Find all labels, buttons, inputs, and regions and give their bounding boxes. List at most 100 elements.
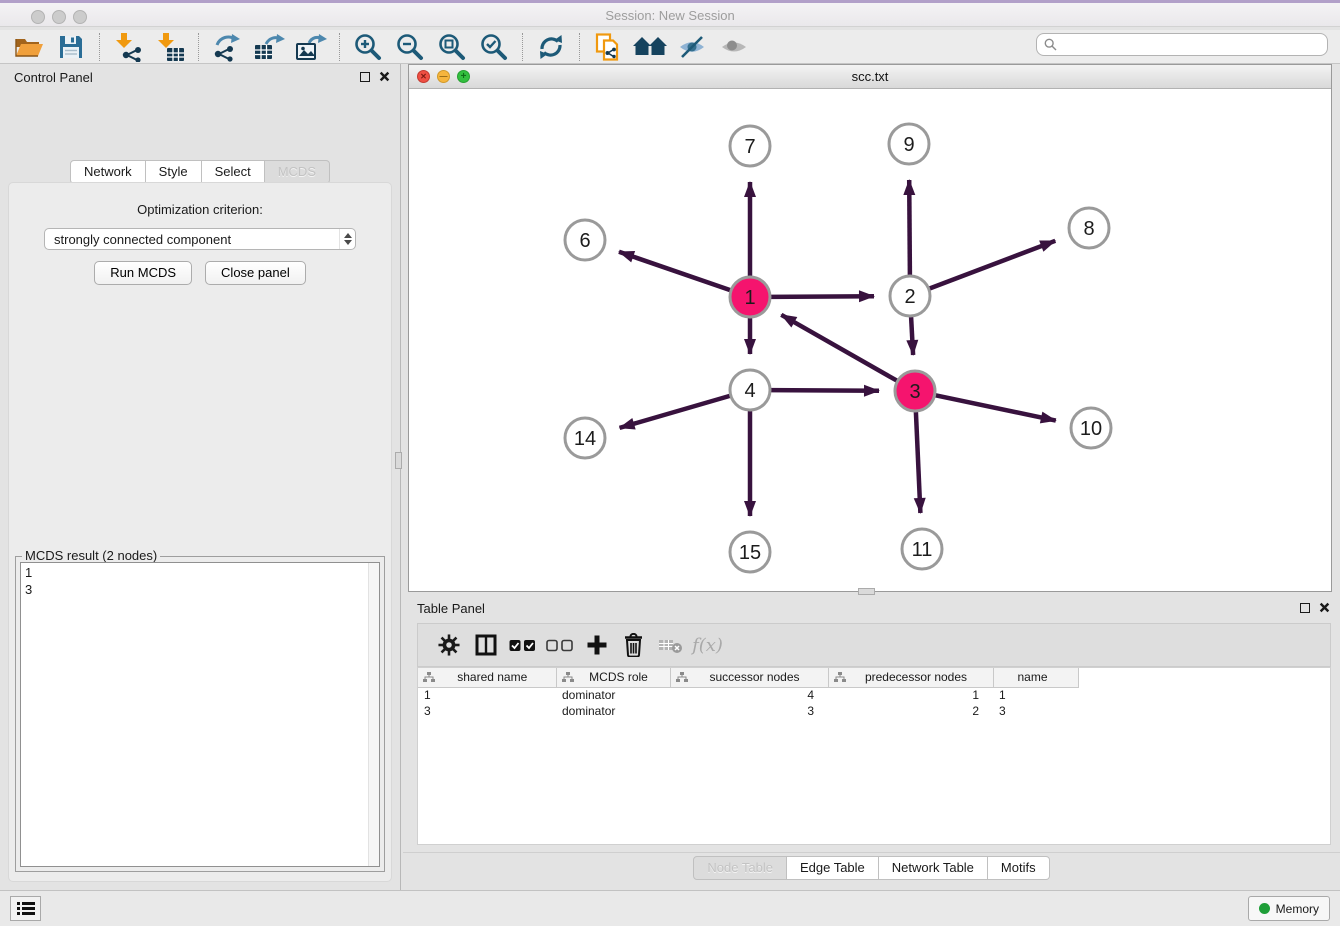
graph-edge-2-8[interactable] [930, 241, 1056, 289]
add-column-icon[interactable] [578, 627, 615, 663]
table-row: 3 dominator 3 2 3 [418, 703, 1078, 719]
show-graphics-details-icon[interactable] [716, 31, 752, 63]
mcds-result-textarea[interactable]: 1 3 [20, 562, 380, 867]
function-builder-icon: f(x) [689, 627, 726, 663]
cell-predecessor-nodes[interactable]: 2 [828, 703, 993, 719]
column-header-predecessor-nodes[interactable]: predecessor nodes [828, 668, 993, 687]
first-neighbors-icon[interactable] [632, 31, 668, 63]
network-window-titlebar[interactable]: scc.txt [409, 65, 1331, 89]
graph-node-label-11: 11 [912, 539, 933, 561]
toolbar-separator [579, 33, 580, 61]
cell-shared-name[interactable]: 1 [418, 687, 556, 703]
cell-mcds-role[interactable]: dominator [556, 703, 670, 719]
graph-edge-1-6[interactable] [619, 252, 730, 290]
cell-predecessor-nodes[interactable]: 1 [828, 687, 993, 703]
float-panel-icon[interactable] [360, 72, 370, 82]
graph-edge-4-3[interactable] [771, 390, 879, 391]
tab-network-table[interactable]: Network Table [879, 856, 988, 880]
mcds-result-group: MCDS result (2 nodes) 1 3 [15, 556, 385, 872]
task-history-button[interactable] [10, 896, 41, 921]
memory-status-icon [1259, 903, 1270, 914]
export-image-icon[interactable] [293, 31, 329, 63]
tab-edge-table[interactable]: Edge Table [787, 856, 879, 880]
tab-mcds[interactable]: MCDS [265, 160, 330, 184]
delete-table-icon [652, 627, 689, 663]
cell-mcds-role[interactable]: dominator [556, 687, 670, 703]
select-all-rows-icon[interactable] [504, 627, 541, 663]
graph-edge-4-14[interactable] [620, 396, 730, 428]
graph-node-label-7: 7 [744, 136, 755, 158]
deselect-all-rows-icon[interactable] [541, 627, 578, 663]
save-session-icon[interactable] [53, 31, 89, 63]
network-canvas[interactable]: 1 2 3 4 6 7 8 9 10 11 14 15 [409, 89, 1331, 591]
result-scrollbar[interactable] [368, 563, 379, 866]
list-icon [17, 901, 35, 916]
table-settings-icon[interactable] [430, 627, 467, 663]
float-table-panel-icon[interactable] [1300, 603, 1310, 613]
column-header-shared-name[interactable]: shared name [418, 668, 556, 687]
network-graph[interactable]: 1 2 3 4 6 7 8 9 10 11 14 15 [409, 89, 1331, 591]
delete-column-icon[interactable] [615, 627, 652, 663]
horizontal-splitter-grip[interactable] [858, 588, 875, 595]
graph-edge-1-2[interactable] [771, 296, 874, 297]
tab-motifs[interactable]: Motifs [988, 856, 1050, 880]
zoom-selected-region-icon[interactable] [476, 31, 512, 63]
vertical-splitter-grip[interactable] [395, 452, 402, 469]
column-header-name[interactable]: name [993, 668, 1078, 687]
cell-shared-name[interactable]: 3 [418, 703, 556, 719]
import-network-from-file-icon[interactable] [110, 31, 146, 63]
graph-node-label-10: 10 [1080, 418, 1102, 440]
open-file-icon[interactable] [11, 31, 47, 63]
search-input[interactable] [1061, 38, 1311, 52]
hierarchy-icon [676, 672, 688, 683]
tab-network[interactable]: Network [70, 160, 146, 184]
toolbar-separator [198, 33, 199, 61]
graph-edge-2-9[interactable] [909, 180, 910, 275]
tab-style[interactable]: Style [146, 160, 202, 184]
graph-node-label-15: 15 [739, 542, 761, 564]
graph-edge-2-3[interactable] [911, 317, 913, 355]
search-icon [1044, 38, 1057, 51]
mcds-panel-body: Optimization criterion: strongly connect… [8, 182, 392, 882]
search-field[interactable] [1036, 33, 1328, 56]
optimization-criterion-dropdown[interactable]: strongly connected component [44, 228, 356, 250]
graph-edge-3-1[interactable] [781, 315, 897, 381]
zoom-out-icon[interactable] [392, 31, 428, 63]
cell-name[interactable]: 1 [993, 687, 1078, 703]
export-table-icon[interactable] [251, 31, 287, 63]
table-panel-title: Table Panel [417, 601, 485, 616]
zoom-fit-content-icon[interactable] [434, 31, 470, 63]
graph-node-label-4: 4 [744, 380, 755, 402]
app-titlebar: Session: New Session [0, 0, 1340, 27]
cell-successor-nodes[interactable]: 3 [670, 703, 828, 719]
column-header-mcds-role[interactable]: MCDS role [556, 668, 670, 687]
import-table-from-file-icon[interactable] [152, 31, 188, 63]
hierarchy-icon [834, 672, 846, 683]
optimization-criterion-label: Optimization criterion: [9, 202, 391, 217]
duplicate-network-icon[interactable] [590, 31, 626, 63]
graph-edge-3-11[interactable] [916, 412, 921, 513]
export-network-icon[interactable] [209, 31, 245, 63]
dropdown-selected-value: strongly connected component [45, 232, 339, 247]
graph-edge-3-10[interactable] [936, 395, 1056, 420]
hierarchy-icon [562, 672, 574, 683]
cell-name[interactable]: 3 [993, 703, 1078, 719]
close-panel-icon[interactable] [379, 71, 390, 82]
zoom-in-icon[interactable] [350, 31, 386, 63]
close-table-panel-icon[interactable] [1319, 602, 1330, 613]
close-panel-button[interactable]: Close panel [205, 261, 306, 285]
tab-select[interactable]: Select [202, 160, 265, 184]
cell-successor-nodes[interactable]: 4 [670, 687, 828, 703]
hide-graphics-details-icon[interactable] [674, 31, 710, 63]
memory-button[interactable]: Memory [1248, 896, 1330, 921]
column-header-successor-nodes[interactable]: successor nodes [670, 668, 828, 687]
table-header-row: shared name MCDS role [418, 668, 1078, 687]
table-panel: Table Panel [403, 595, 1340, 886]
show-columns-icon[interactable] [467, 627, 504, 663]
network-window-title: scc.txt [409, 69, 1331, 84]
refresh-view-icon[interactable] [533, 31, 569, 63]
memory-label: Memory [1276, 902, 1319, 916]
tab-node-table[interactable]: Node Table [693, 856, 787, 880]
toolbar-separator [522, 33, 523, 61]
run-mcds-button[interactable]: Run MCDS [94, 261, 192, 285]
